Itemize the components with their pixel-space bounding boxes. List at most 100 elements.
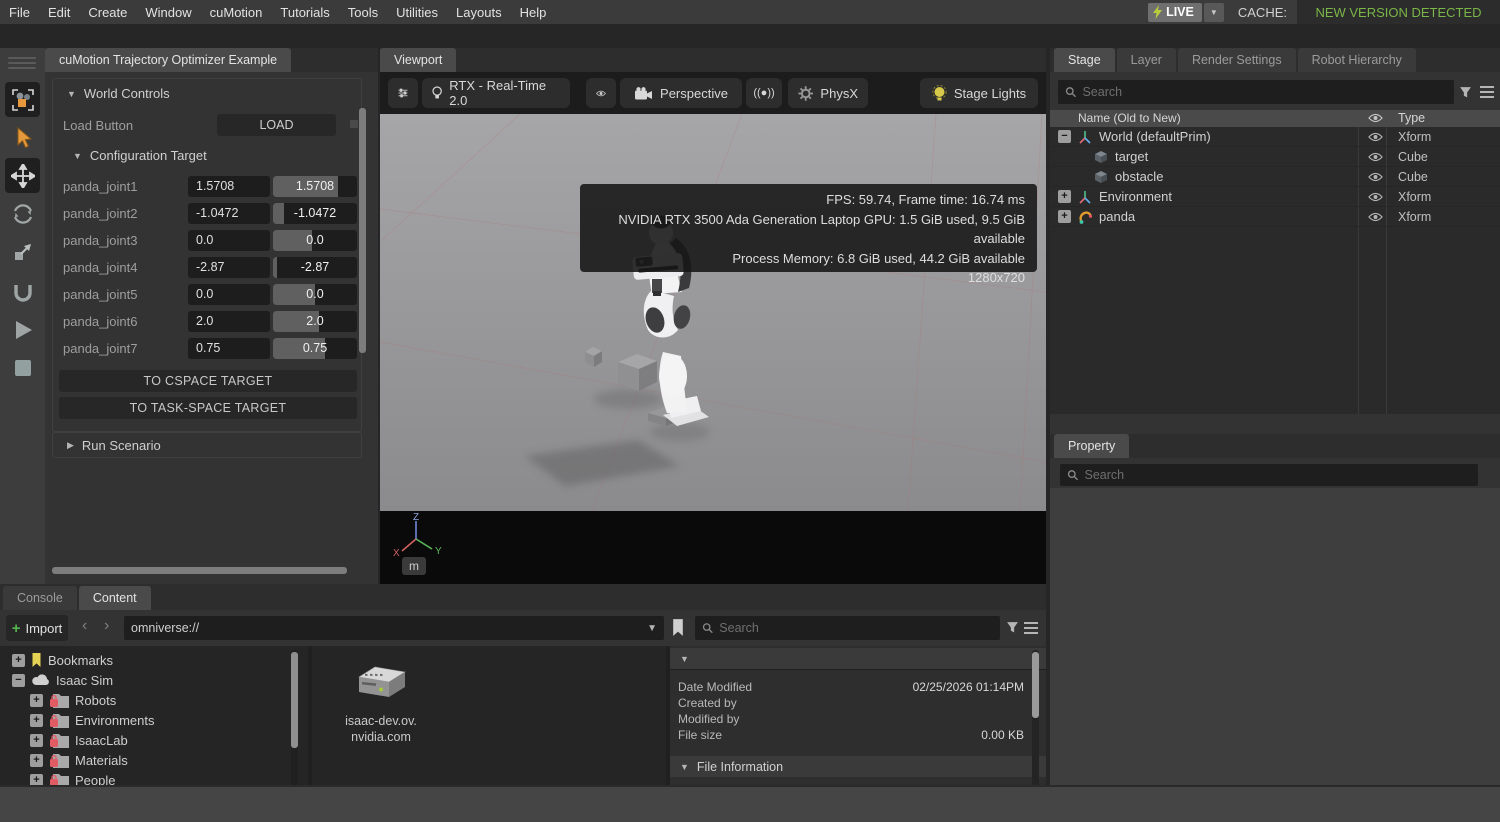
tab-viewport[interactable]: Viewport xyxy=(380,48,456,72)
joint-slider[interactable]: -2.87 xyxy=(273,257,357,278)
tab-robot-hierarchy[interactable]: Robot Hierarchy xyxy=(1298,48,1416,72)
joint-slider[interactable]: -1.0472 xyxy=(273,203,357,224)
stop-button[interactable] xyxy=(5,350,40,385)
tab-cumotion-example[interactable]: cuMotion Trajectory Optimizer Example xyxy=(45,48,291,72)
collapse-minus-icon[interactable]: − xyxy=(12,674,25,687)
eye-icon[interactable] xyxy=(1368,132,1383,142)
toolbar-drag-handle[interactable] xyxy=(8,54,36,72)
menu-help[interactable]: Help xyxy=(511,5,556,20)
expand-plus-icon[interactable]: + xyxy=(12,654,25,667)
rotate-tool-button[interactable] xyxy=(5,196,40,231)
menu-tutorials[interactable]: Tutorials xyxy=(271,5,338,20)
menu-file[interactable]: File xyxy=(0,5,39,20)
tree-item-bookmarks[interactable]: + Bookmarks xyxy=(12,650,113,670)
stage-search-input[interactable] xyxy=(1082,85,1447,99)
stage-row-panda[interactable]: + panda Xform xyxy=(1050,207,1500,227)
version-notice-strip[interactable]: NEW VERSION DETECTED xyxy=(1297,0,1500,24)
joint-value-field[interactable]: -2.87 xyxy=(188,257,270,278)
joint-value-field[interactable]: 0.0 xyxy=(188,284,270,305)
configuration-target-header[interactable]: ▼ Configuration Target xyxy=(73,148,207,163)
viewport-options-button[interactable] xyxy=(388,78,418,108)
menu-create[interactable]: Create xyxy=(79,5,136,20)
details-scrollbar-thumb[interactable] xyxy=(1032,652,1039,718)
tab-stage[interactable]: Stage xyxy=(1054,48,1115,72)
play-button[interactable] xyxy=(5,312,40,347)
path-dropdown-icon[interactable]: ▼ xyxy=(647,623,657,634)
run-scenario-header[interactable]: ▶ Run Scenario xyxy=(67,438,161,453)
units-button[interactable]: m xyxy=(402,557,426,575)
eye-icon[interactable] xyxy=(1368,212,1383,222)
menu-edit[interactable]: Edit xyxy=(39,5,79,20)
forward-button[interactable]: › xyxy=(104,617,109,635)
eye-icon[interactable] xyxy=(1368,172,1383,182)
bookmark-icon[interactable] xyxy=(672,619,684,636)
tree-item-materials[interactable]: + Materials xyxy=(30,750,128,770)
move-tool-button[interactable] xyxy=(5,158,40,193)
stage-column-header[interactable]: Name (Old to New) Type xyxy=(1050,110,1500,127)
options-menu-icon[interactable] xyxy=(1480,86,1494,98)
property-search-input[interactable] xyxy=(1084,468,1471,482)
tab-console[interactable]: Console xyxy=(3,586,77,610)
tab-layer[interactable]: Layer xyxy=(1117,48,1176,72)
options-menu-icon[interactable] xyxy=(1024,622,1038,634)
content-search[interactable] xyxy=(695,616,1000,640)
renderer-button[interactable]: RTX - Real-Time 2.0 xyxy=(422,78,570,108)
joint-value-field[interactable]: -1.0472 xyxy=(188,203,270,224)
details-collapse-header[interactable]: ▼ xyxy=(670,648,1046,669)
live-dropdown-button[interactable]: ▼ xyxy=(1204,3,1224,22)
tree-item-isaac-sim[interactable]: − Isaac Sim xyxy=(12,670,113,690)
stage-search[interactable] xyxy=(1058,80,1454,104)
tab-render-settings[interactable]: Render Settings xyxy=(1178,48,1296,72)
path-input[interactable] xyxy=(131,621,641,635)
joint-slider[interactable]: 0.75 xyxy=(273,338,357,359)
content-search-input[interactable] xyxy=(719,621,993,635)
server-item[interactable]: isaac-dev.ov. nvidia.com xyxy=(326,664,436,745)
live-sync-button[interactable]: LIVE xyxy=(1148,3,1202,22)
joint-value-field[interactable]: 2.0 xyxy=(188,311,270,332)
stage-row-world[interactable]: − World (defaultPrim) Xform xyxy=(1050,127,1500,147)
joint-slider[interactable]: 2.0 xyxy=(273,311,357,332)
world-controls-header[interactable]: ▼ World Controls xyxy=(67,86,170,101)
snap-tool-button[interactable] xyxy=(5,274,40,309)
path-bar[interactable]: ▼ xyxy=(124,616,664,640)
tab-content[interactable]: Content xyxy=(79,586,151,610)
tree-item-robots[interactable]: + Robots xyxy=(30,690,116,710)
menu-utilities[interactable]: Utilities xyxy=(387,5,447,20)
expand-plus-icon[interactable]: + xyxy=(30,714,43,727)
joint-value-field[interactable]: 1.5708 xyxy=(188,176,270,197)
eye-icon[interactable] xyxy=(1368,192,1383,202)
collapse-minus-icon[interactable]: − xyxy=(1058,130,1071,143)
tab-property[interactable]: Property xyxy=(1054,434,1129,458)
visibility-button[interactable] xyxy=(586,78,616,108)
viewport-3d-scene[interactable]: FPS: 59.74, Frame time: 16.74 ms NVIDIA … xyxy=(380,114,1046,511)
physics-button[interactable]: PhysX xyxy=(788,78,868,108)
camera-button[interactable]: Perspective xyxy=(620,78,742,108)
stage-row-environment[interactable]: + Environment Xform xyxy=(1050,187,1500,207)
property-search[interactable] xyxy=(1060,464,1478,486)
joint-slider[interactable]: 0.0 xyxy=(273,230,357,251)
menu-tools[interactable]: Tools xyxy=(339,5,387,20)
tree-scrollbar-thumb[interactable] xyxy=(291,652,298,748)
tree-item-isaaclab[interactable]: + IsaacLab xyxy=(30,730,128,750)
stage-lights-button[interactable]: Stage Lights xyxy=(920,78,1038,108)
joint-slider[interactable]: 1.5708 xyxy=(273,176,357,197)
expand-plus-icon[interactable]: + xyxy=(30,754,43,767)
vertical-scrollbar[interactable] xyxy=(359,108,366,353)
scale-tool-button[interactable] xyxy=(5,234,40,269)
selection-mode-button[interactable] xyxy=(5,82,40,117)
expand-plus-icon[interactable]: + xyxy=(30,694,43,707)
joint-value-field[interactable]: 0.75 xyxy=(188,338,270,359)
cspace-target-button[interactable]: TO CSPACE TARGET xyxy=(59,370,357,392)
expand-plus-icon[interactable]: + xyxy=(30,734,43,747)
horizontal-scrollbar[interactable] xyxy=(52,567,347,574)
filter-icon[interactable] xyxy=(1006,621,1019,634)
load-reset-swatch[interactable] xyxy=(350,120,358,128)
tree-item-environments[interactable]: + Environments xyxy=(30,710,154,730)
menu-cumotion[interactable]: cuMotion xyxy=(201,5,272,20)
file-information-header[interactable]: ▼ File Information xyxy=(670,756,1046,777)
expand-plus-icon[interactable]: + xyxy=(1058,190,1071,203)
filter-icon[interactable] xyxy=(1459,86,1472,99)
back-button[interactable]: ‹ xyxy=(82,617,87,635)
expand-plus-icon[interactable]: + xyxy=(1058,210,1071,223)
import-button[interactable]: + Import xyxy=(6,615,68,641)
